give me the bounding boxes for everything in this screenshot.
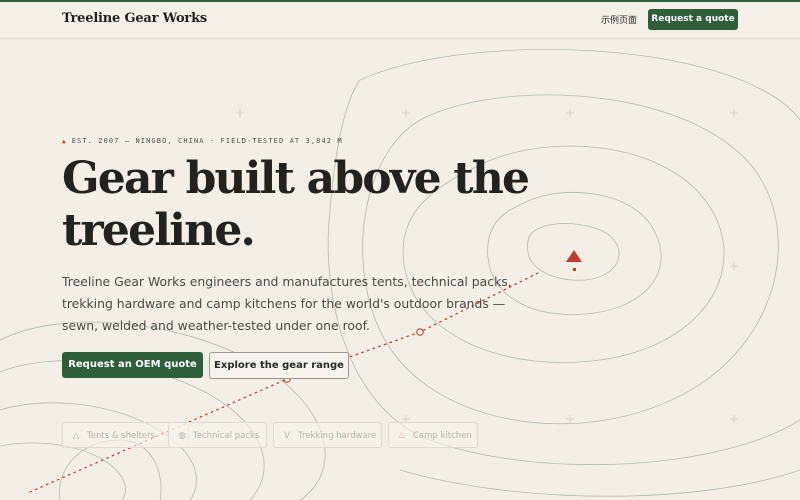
request-oem-quote-button[interactable]: Request an OEM quote [62,352,203,378]
hero-headline: Gear built above the treeline. [62,153,582,257]
triangle-icon: ▲ [62,138,67,145]
chip-label: Camp kitchen [413,431,472,441]
chip-label: Tents & shelters [87,431,156,441]
headline-line-2: treeline. [62,205,256,256]
category-chip-camp-kitchen[interactable]: ♨ Camp kitchen [388,422,478,448]
category-chip-packs[interactable]: ◍ Technical packs [168,422,267,448]
chip-label: Technical packs [193,431,260,441]
category-chip-trekking-hardware[interactable]: ᐯ Trekking hardware [273,422,382,448]
hero-description: Treeline Gear Works engineers and manufa… [62,274,512,333]
backpack-icon: ◍ [178,431,186,441]
chip-label: Trekking hardware [298,431,377,441]
eyebrow-text: EST. 2007 — NINGBO, CHINA · FIELD-TESTED… [71,137,343,145]
explore-gear-range-button[interactable]: Explore the gear range [209,352,349,379]
stove-icon: ♨ [397,431,407,441]
headline-line-1: Gear built above the [62,153,530,204]
hero-eyebrow: ▲ EST. 2007 — NINGBO, CHINA · FIELD-TESTE… [62,137,343,145]
tent-icon: △ [72,431,80,441]
trekking-poles-icon: ᐯ [283,431,291,441]
